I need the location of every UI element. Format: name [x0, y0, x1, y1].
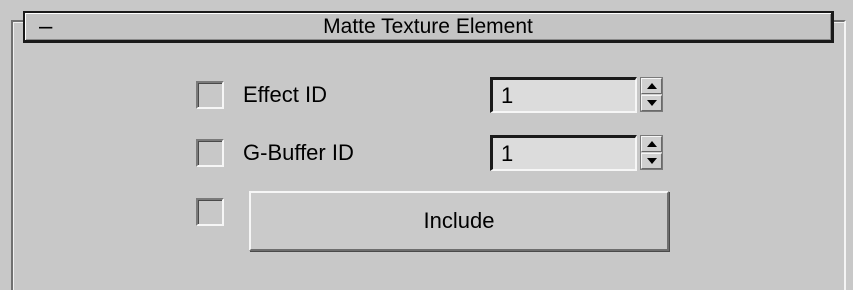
spinner-down-arrow-icon[interactable]: [641, 95, 662, 111]
rollout-header[interactable]: – Matte Texture Element: [23, 11, 834, 43]
effect-id-spinner[interactable]: [640, 77, 663, 112]
gbuffer-id-checkbox[interactable]: [196, 139, 224, 167]
include-checkbox[interactable]: [196, 198, 224, 226]
spinner-up-arrow-icon[interactable]: [641, 78, 662, 94]
effect-id-field[interactable]: [490, 77, 637, 113]
gbuffer-id-label: G-Buffer ID: [243, 140, 354, 165]
gbuffer-id-field[interactable]: [490, 135, 637, 171]
rollout-title: Matte Texture Element: [323, 14, 533, 38]
spinner-up-arrow-icon[interactable]: [641, 136, 662, 152]
spinner-down-arrow-icon[interactable]: [641, 153, 662, 169]
effect-id-label: Effect ID: [243, 82, 327, 107]
gbuffer-id-spinner[interactable]: [640, 135, 663, 170]
include-button[interactable]: Include: [249, 191, 669, 251]
effect-id-checkbox[interactable]: [196, 81, 224, 109]
